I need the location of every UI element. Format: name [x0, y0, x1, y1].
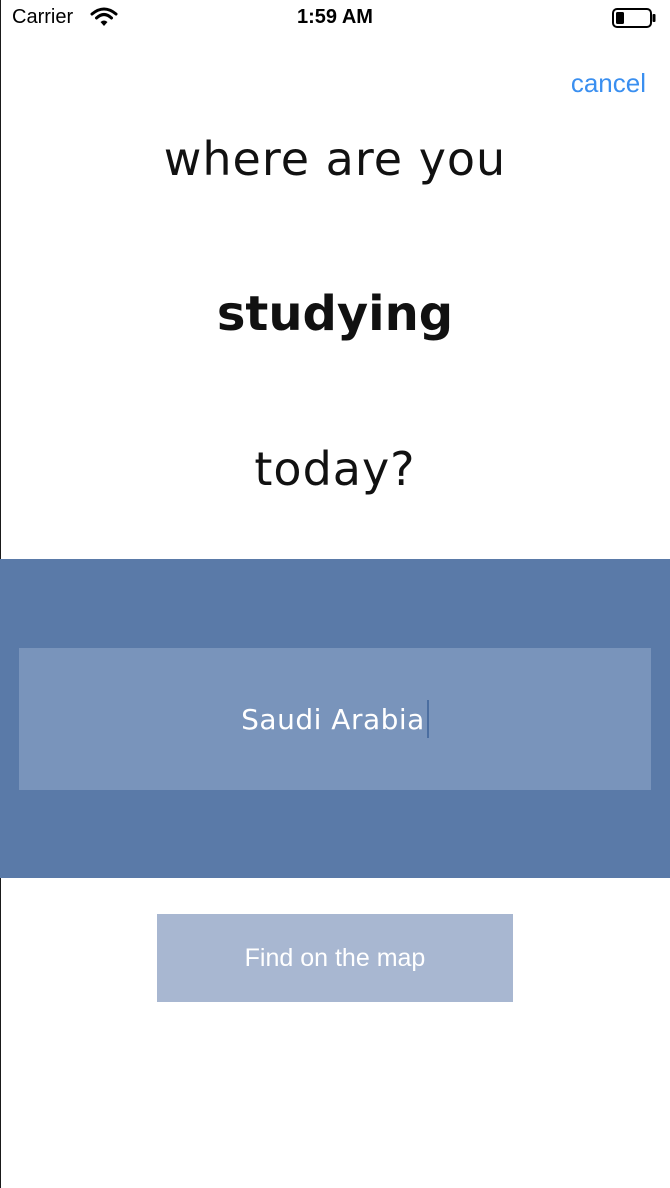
- location-input-value: Saudi Arabia: [241, 702, 425, 736]
- find-on-map-button[interactable]: Find on the map: [157, 914, 513, 1002]
- question-line-2: studying: [216, 286, 454, 342]
- text-caret: [426, 700, 429, 738]
- clock: 1:59 AM: [297, 6, 373, 28]
- question-line-3: today?: [254, 442, 416, 496]
- location-input-section: Saudi Arabia: [0, 559, 670, 878]
- location-input[interactable]: Saudi Arabia: [19, 648, 651, 790]
- status-bar: Carrier 1:59 AM: [0, 0, 670, 40]
- cancel-button[interactable]: cancel: [571, 68, 646, 99]
- battery-icon: [612, 8, 656, 28]
- question-line-1: where are you: [163, 132, 507, 186]
